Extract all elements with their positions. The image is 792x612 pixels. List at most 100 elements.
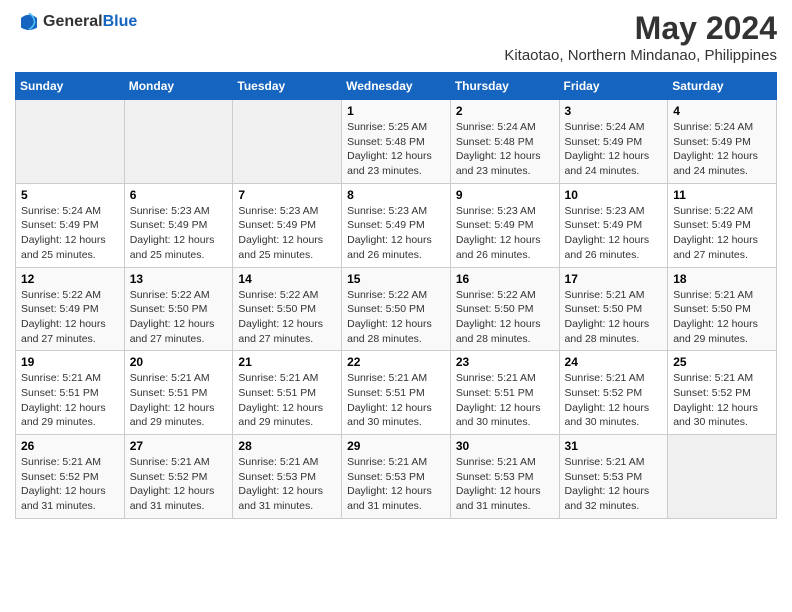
day-info: Sunrise: 5:21 AM Sunset: 5:52 PM Dayligh… bbox=[565, 371, 663, 430]
calendar-header: SundayMondayTuesdayWednesdayThursdayFrid… bbox=[16, 73, 777, 100]
header: GeneralBlue May 2024 Kitaotao, Northern … bbox=[15, 10, 777, 64]
day-cell: 9 Sunrise: 5:23 AM Sunset: 5:49 PM Daylig… bbox=[450, 183, 559, 267]
day-cell: 31 Sunrise: 5:21 AM Sunset: 5:53 PM Dayli… bbox=[559, 435, 668, 519]
day-cell: 7Sunrise: 5:23 AM Sunset: 5:49 PM Daylig… bbox=[233, 183, 342, 267]
day-number: 8 bbox=[347, 188, 445, 202]
day-number: 11 bbox=[673, 188, 771, 202]
calendar-body: 1Sunrise: 5:25 AM Sunset: 5:48 PM Daylig… bbox=[16, 100, 777, 519]
day-number: 9 bbox=[456, 188, 554, 202]
header-cell-tuesday: Tuesday bbox=[233, 73, 342, 100]
day-info: Sunrise: 5:23 AM Sunset: 5:49 PM Dayligh… bbox=[347, 204, 445, 263]
day-cell: 27 Sunrise: 5:21 AM Sunset: 5:52 PM Dayli… bbox=[124, 435, 233, 519]
day-info: Sunrise: 5:24 AM Sunset: 5:49 PM Dayligh… bbox=[565, 120, 663, 179]
day-cell: 26Sunrise: 5:21 AM Sunset: 5:52 PM Dayli… bbox=[16, 435, 125, 519]
day-number: 22 bbox=[347, 355, 445, 369]
day-info: Sunrise: 5:22 AM Sunset: 5:50 PM Dayligh… bbox=[130, 288, 228, 347]
day-cell: 12 Sunrise: 5:22 AM Sunset: 5:49 PM Dayli… bbox=[16, 267, 125, 351]
day-number: 18 bbox=[673, 272, 771, 286]
main-title: May 2024 bbox=[504, 10, 777, 47]
day-info: Sunrise: 5:23 AM Sunset: 5:49 PM Dayligh… bbox=[456, 204, 554, 263]
header-cell-saturday: Saturday bbox=[668, 73, 777, 100]
day-cell: 6Sunrise: 5:23 AM Sunset: 5:49 PM Daylig… bbox=[124, 183, 233, 267]
day-number: 15 bbox=[347, 272, 445, 286]
day-info: Sunrise: 5:21 AM Sunset: 5:51 PM Dayligh… bbox=[21, 371, 119, 430]
day-cell bbox=[233, 100, 342, 184]
day-cell: 13 Sunrise: 5:22 AM Sunset: 5:50 PM Dayli… bbox=[124, 267, 233, 351]
day-number: 24 bbox=[565, 355, 663, 369]
day-info: Sunrise: 5:21 AM Sunset: 5:50 PM Dayligh… bbox=[565, 288, 663, 347]
logo-icon bbox=[17, 10, 41, 34]
header-cell-monday: Monday bbox=[124, 73, 233, 100]
day-number: 31 bbox=[565, 439, 663, 453]
day-number: 28 bbox=[238, 439, 336, 453]
day-cell: 21 Sunrise: 5:21 AM Sunset: 5:51 PM Dayli… bbox=[233, 351, 342, 435]
day-info: Sunrise: 5:21 AM Sunset: 5:52 PM Dayligh… bbox=[673, 371, 771, 430]
day-info: Sunrise: 5:21 AM Sunset: 5:52 PM Dayligh… bbox=[130, 455, 228, 514]
day-cell: 11Sunrise: 5:22 AM Sunset: 5:49 PM Dayli… bbox=[668, 183, 777, 267]
day-number: 16 bbox=[456, 272, 554, 286]
day-cell: 3 Sunrise: 5:24 AM Sunset: 5:49 PM Daylig… bbox=[559, 100, 668, 184]
day-cell: 4 Sunrise: 5:24 AM Sunset: 5:49 PM Daylig… bbox=[668, 100, 777, 184]
day-cell: 14Sunrise: 5:22 AM Sunset: 5:50 PM Dayli… bbox=[233, 267, 342, 351]
day-number: 30 bbox=[456, 439, 554, 453]
day-info: Sunrise: 5:25 AM Sunset: 5:48 PM Dayligh… bbox=[347, 120, 445, 179]
day-cell: 19 Sunrise: 5:21 AM Sunset: 5:51 PM Dayli… bbox=[16, 351, 125, 435]
day-cell: 16 Sunrise: 5:22 AM Sunset: 5:50 PM Dayli… bbox=[450, 267, 559, 351]
day-info: Sunrise: 5:24 AM Sunset: 5:49 PM Dayligh… bbox=[673, 120, 771, 179]
day-info: Sunrise: 5:21 AM Sunset: 5:51 PM Dayligh… bbox=[130, 371, 228, 430]
day-number: 21 bbox=[238, 355, 336, 369]
day-cell: 18 Sunrise: 5:21 AM Sunset: 5:50 PM Dayli… bbox=[668, 267, 777, 351]
day-cell: 10 Sunrise: 5:23 AM Sunset: 5:49 PM Dayli… bbox=[559, 183, 668, 267]
day-number: 17 bbox=[565, 272, 663, 286]
day-cell: 28 Sunrise: 5:21 AM Sunset: 5:53 PM Dayli… bbox=[233, 435, 342, 519]
day-number: 26 bbox=[21, 439, 119, 453]
day-number: 4 bbox=[673, 104, 771, 118]
week-row-2: 5Sunrise: 5:24 AM Sunset: 5:49 PM Daylig… bbox=[16, 183, 777, 267]
day-info: Sunrise: 5:24 AM Sunset: 5:49 PM Dayligh… bbox=[21, 204, 119, 263]
day-cell bbox=[668, 435, 777, 519]
day-cell: 30Sunrise: 5:21 AM Sunset: 5:53 PM Dayli… bbox=[450, 435, 559, 519]
calendar-table: SundayMondayTuesdayWednesdayThursdayFrid… bbox=[15, 72, 777, 519]
day-cell: 17 Sunrise: 5:21 AM Sunset: 5:50 PM Dayli… bbox=[559, 267, 668, 351]
day-cell: 24 Sunrise: 5:21 AM Sunset: 5:52 PM Dayli… bbox=[559, 351, 668, 435]
logo[interactable]: GeneralBlue bbox=[15, 10, 137, 34]
logo-text-blue: Blue bbox=[103, 13, 138, 30]
day-info: Sunrise: 5:21 AM Sunset: 5:51 PM Dayligh… bbox=[347, 371, 445, 430]
day-info: Sunrise: 5:23 AM Sunset: 5:49 PM Dayligh… bbox=[238, 204, 336, 263]
day-info: Sunrise: 5:21 AM Sunset: 5:51 PM Dayligh… bbox=[238, 371, 336, 430]
day-cell: 2Sunrise: 5:24 AM Sunset: 5:48 PM Daylig… bbox=[450, 100, 559, 184]
header-cell-sunday: Sunday bbox=[16, 73, 125, 100]
day-number: 10 bbox=[565, 188, 663, 202]
day-cell: 20 Sunrise: 5:21 AM Sunset: 5:51 PM Dayli… bbox=[124, 351, 233, 435]
day-info: Sunrise: 5:21 AM Sunset: 5:53 PM Dayligh… bbox=[238, 455, 336, 514]
week-row-4: 19 Sunrise: 5:21 AM Sunset: 5:51 PM Dayli… bbox=[16, 351, 777, 435]
day-number: 12 bbox=[21, 272, 119, 286]
day-info: Sunrise: 5:21 AM Sunset: 5:53 PM Dayligh… bbox=[565, 455, 663, 514]
day-cell: 25 Sunrise: 5:21 AM Sunset: 5:52 PM Dayli… bbox=[668, 351, 777, 435]
day-number: 3 bbox=[565, 104, 663, 118]
day-info: Sunrise: 5:22 AM Sunset: 5:50 PM Dayligh… bbox=[456, 288, 554, 347]
day-number: 20 bbox=[130, 355, 228, 369]
header-cell-thursday: Thursday bbox=[450, 73, 559, 100]
day-number: 13 bbox=[130, 272, 228, 286]
day-number: 14 bbox=[238, 272, 336, 286]
day-info: Sunrise: 5:23 AM Sunset: 5:49 PM Dayligh… bbox=[130, 204, 228, 263]
day-info: Sunrise: 5:21 AM Sunset: 5:50 PM Dayligh… bbox=[673, 288, 771, 347]
day-info: Sunrise: 5:23 AM Sunset: 5:49 PM Dayligh… bbox=[565, 204, 663, 263]
day-cell: 1Sunrise: 5:25 AM Sunset: 5:48 PM Daylig… bbox=[342, 100, 451, 184]
day-info: Sunrise: 5:24 AM Sunset: 5:48 PM Dayligh… bbox=[456, 120, 554, 179]
day-cell: 23Sunrise: 5:21 AM Sunset: 5:51 PM Dayli… bbox=[450, 351, 559, 435]
day-info: Sunrise: 5:22 AM Sunset: 5:50 PM Dayligh… bbox=[347, 288, 445, 347]
week-row-1: 1Sunrise: 5:25 AM Sunset: 5:48 PM Daylig… bbox=[16, 100, 777, 184]
header-cell-wednesday: Wednesday bbox=[342, 73, 451, 100]
week-row-5: 26 Sunrise: 5:21 AM Sunset: 5:52 PM Dayli… bbox=[16, 435, 777, 519]
day-info: Sunrise: 5:22 AM Sunset: 5:49 PM Dayligh… bbox=[21, 288, 119, 347]
logo-text-general: General bbox=[43, 13, 103, 30]
day-number: 27 bbox=[130, 439, 228, 453]
day-number: 19 bbox=[21, 355, 119, 369]
day-info: Sunrise: 5:21 AM Sunset: 5:53 PM Dayligh… bbox=[347, 455, 445, 514]
title-area: May 2024 Kitaotao, Northern Mindanao, Ph… bbox=[504, 10, 777, 64]
day-number: 25 bbox=[673, 355, 771, 369]
day-info: Sunrise: 5:21 AM Sunset: 5:51 PM Dayligh… bbox=[456, 371, 554, 430]
day-cell: 22 Sunrise: 5:21 AM Sunset: 5:51 PM Dayli… bbox=[342, 351, 451, 435]
